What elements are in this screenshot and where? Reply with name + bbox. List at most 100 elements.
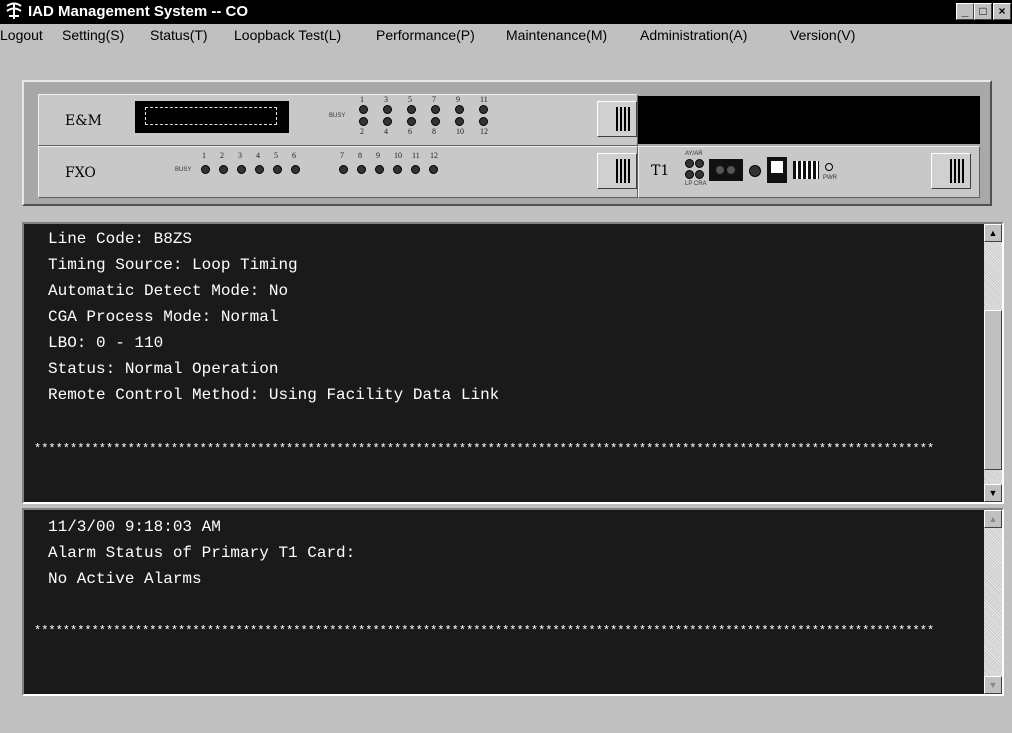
menu-setting[interactable]: Setting(S)	[62, 27, 124, 43]
em-led	[479, 105, 488, 114]
down-arrow-icon: ▼	[988, 680, 998, 690]
t1-rj-jack	[767, 157, 787, 183]
fxo-led	[219, 165, 228, 174]
em-display	[135, 101, 289, 133]
em-led-number: 10	[456, 127, 464, 136]
output-line: Alarm Status of Primary T1 Card:	[48, 544, 356, 562]
fxo-led	[375, 165, 384, 174]
em-led	[431, 117, 440, 126]
scroll-up-button[interactable]: ▲	[984, 510, 1002, 528]
em-card-latch[interactable]	[597, 101, 637, 137]
t1-dip-switch	[793, 161, 819, 179]
output-line: CGA Process Mode: Normal	[48, 308, 279, 326]
fxo-led-number: 1	[202, 151, 206, 160]
scroll-thumb[interactable]	[984, 310, 1002, 470]
em-led-number: 4	[384, 127, 388, 136]
em-led-number: 3	[384, 95, 388, 104]
em-led	[455, 117, 464, 126]
close-button[interactable]: ×	[993, 3, 1011, 20]
menu-performance[interactable]: Performance(P)	[376, 27, 475, 43]
minimize-icon: _	[961, 4, 969, 18]
t1-led-cra	[695, 170, 704, 179]
fxo-led	[411, 165, 420, 174]
em-led-number: 11	[480, 95, 488, 104]
close-icon: ×	[998, 4, 1006, 18]
em-led-number: 9	[456, 95, 460, 104]
minimize-button[interactable]: _	[956, 3, 974, 20]
menu-status[interactable]: Status(T)	[150, 27, 208, 43]
em-led-number: 7	[432, 95, 436, 104]
t1-port-connector	[709, 159, 743, 181]
fxo-led-number: 4	[256, 151, 260, 160]
t1-led-lp	[685, 170, 694, 179]
menu-version[interactable]: Version(V)	[790, 27, 855, 43]
t1-led-ar	[695, 159, 704, 168]
em-card[interactable]: E&M BUSY 1 2 3 4 5 6 7 8 9 10 11 12	[38, 94, 638, 146]
t1-card[interactable]: T1 AY/AR LP CRA PWR	[638, 146, 980, 198]
fxo-led-number: 8	[358, 151, 362, 160]
output-line: LBO: 0 - 110	[48, 334, 164, 352]
output-line: Automatic Detect Mode: No	[48, 282, 289, 300]
fxo-led-number: 3	[238, 151, 242, 160]
down-arrow-icon: ▼	[988, 488, 998, 498]
t1-led-ay	[685, 159, 694, 168]
fxo-led-number: 9	[376, 151, 380, 160]
t1-lp-label: LP CRA	[685, 181, 707, 187]
em-led-number: 1	[360, 95, 364, 104]
app-window: IAD Management System -- CO _ □ × Logout…	[0, 0, 1012, 733]
up-arrow-icon: ▲	[988, 514, 998, 524]
fxo-led	[357, 165, 366, 174]
maximize-button[interactable]: □	[974, 3, 992, 20]
window-title: IAD Management System -- CO	[28, 3, 249, 20]
alarm-scrollbar[interactable]: ▲ ▼	[984, 510, 1002, 694]
maximize-icon: □	[979, 4, 987, 18]
fxo-led-number: 5	[274, 151, 278, 160]
menu-maintenance[interactable]: Maintenance(M)	[506, 27, 607, 43]
scroll-down-button[interactable]: ▼	[984, 484, 1002, 502]
em-led	[407, 117, 416, 126]
em-led	[383, 105, 392, 114]
config-output-pane[interactable]: Line Code: B8ZS Timing Source: Loop Timin…	[22, 222, 1004, 504]
title-bar[interactable]: IAD Management System -- CO _ □ ×	[0, 0, 1012, 24]
app-icon	[4, 1, 24, 21]
em-led-number: 8	[432, 127, 436, 136]
em-led-number: 5	[408, 95, 412, 104]
scroll-down-button[interactable]: ▼	[984, 676, 1002, 694]
t1-card-latch[interactable]	[931, 153, 971, 189]
fxo-card-latch[interactable]	[597, 153, 637, 189]
fxo-card-label: FXO	[65, 165, 96, 181]
fxo-card[interactable]: FXO BUSY 1 2 3 4 5 6 7 8 9 10 11 12	[38, 146, 638, 198]
fxo-led	[339, 165, 348, 174]
config-scrollbar[interactable]: ▲ ▼	[984, 224, 1002, 502]
output-line: Line Code: B8ZS	[48, 230, 193, 248]
fxo-led	[273, 165, 282, 174]
em-led	[359, 105, 368, 114]
fxo-led-number: 2	[220, 151, 224, 160]
t1-card-label: T1	[651, 163, 670, 179]
t1-pwr-led	[825, 163, 833, 171]
em-led-number: 2	[360, 127, 364, 136]
scroll-up-button[interactable]: ▲	[984, 224, 1002, 242]
em-led	[407, 105, 416, 114]
fxo-led	[237, 165, 246, 174]
menu-loopback-test[interactable]: Loopback Test(L)	[234, 27, 341, 43]
em-status-display	[638, 96, 980, 144]
em-led	[479, 117, 488, 126]
fxo-led	[255, 165, 264, 174]
em-led	[431, 105, 440, 114]
up-arrow-icon: ▲	[988, 228, 998, 238]
output-line: Status: Normal Operation	[48, 360, 279, 378]
t1-alarm-label: AY/AR	[685, 151, 703, 157]
fxo-led-number: 11	[412, 151, 420, 160]
output-line: 11/3/00 9:18:03 AM	[48, 518, 221, 536]
em-led-number: 6	[408, 127, 412, 136]
t1-round-jack	[749, 165, 761, 177]
em-led	[455, 105, 464, 114]
output-line: Remote Control Method: Using Facility Da…	[48, 386, 500, 404]
device-chassis: E&M BUSY 1 2 3 4 5 6 7 8 9 10 11 12 FXO BUSY 123456…	[22, 80, 992, 206]
menu-logout[interactable]: Logout	[0, 27, 43, 43]
fxo-led-number: 10	[394, 151, 402, 160]
em-busy-label: BUSY	[329, 113, 346, 119]
menu-administration[interactable]: Administration(A)	[640, 27, 747, 43]
alarm-output-pane[interactable]: 11/3/00 9:18:03 AM Alarm Status of Primar…	[22, 508, 1004, 696]
